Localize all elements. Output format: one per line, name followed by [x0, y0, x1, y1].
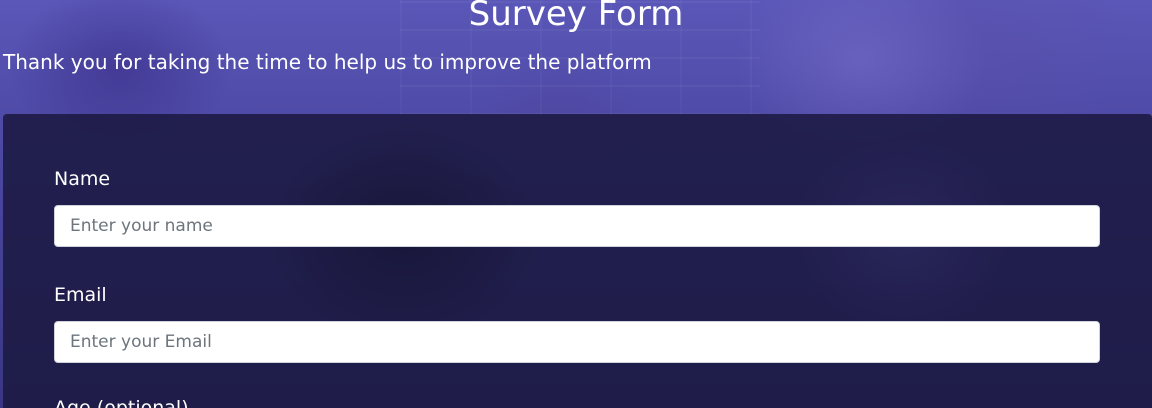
name-label: Name	[54, 168, 111, 190]
email-input[interactable]	[54, 321, 1100, 363]
page-header: Survey Form Thank you for taking the tim…	[0, 0, 1152, 114]
survey-form: Name Email Age (optional)	[3, 114, 1152, 408]
name-input[interactable]	[54, 205, 1100, 247]
page-description: Thank you for taking the time to help us…	[3, 50, 652, 74]
age-label: Age (optional)	[54, 397, 189, 408]
page-title: Survey Form	[468, 0, 684, 34]
form-panel-shade	[3, 114, 1152, 408]
email-label: Email	[54, 284, 107, 306]
